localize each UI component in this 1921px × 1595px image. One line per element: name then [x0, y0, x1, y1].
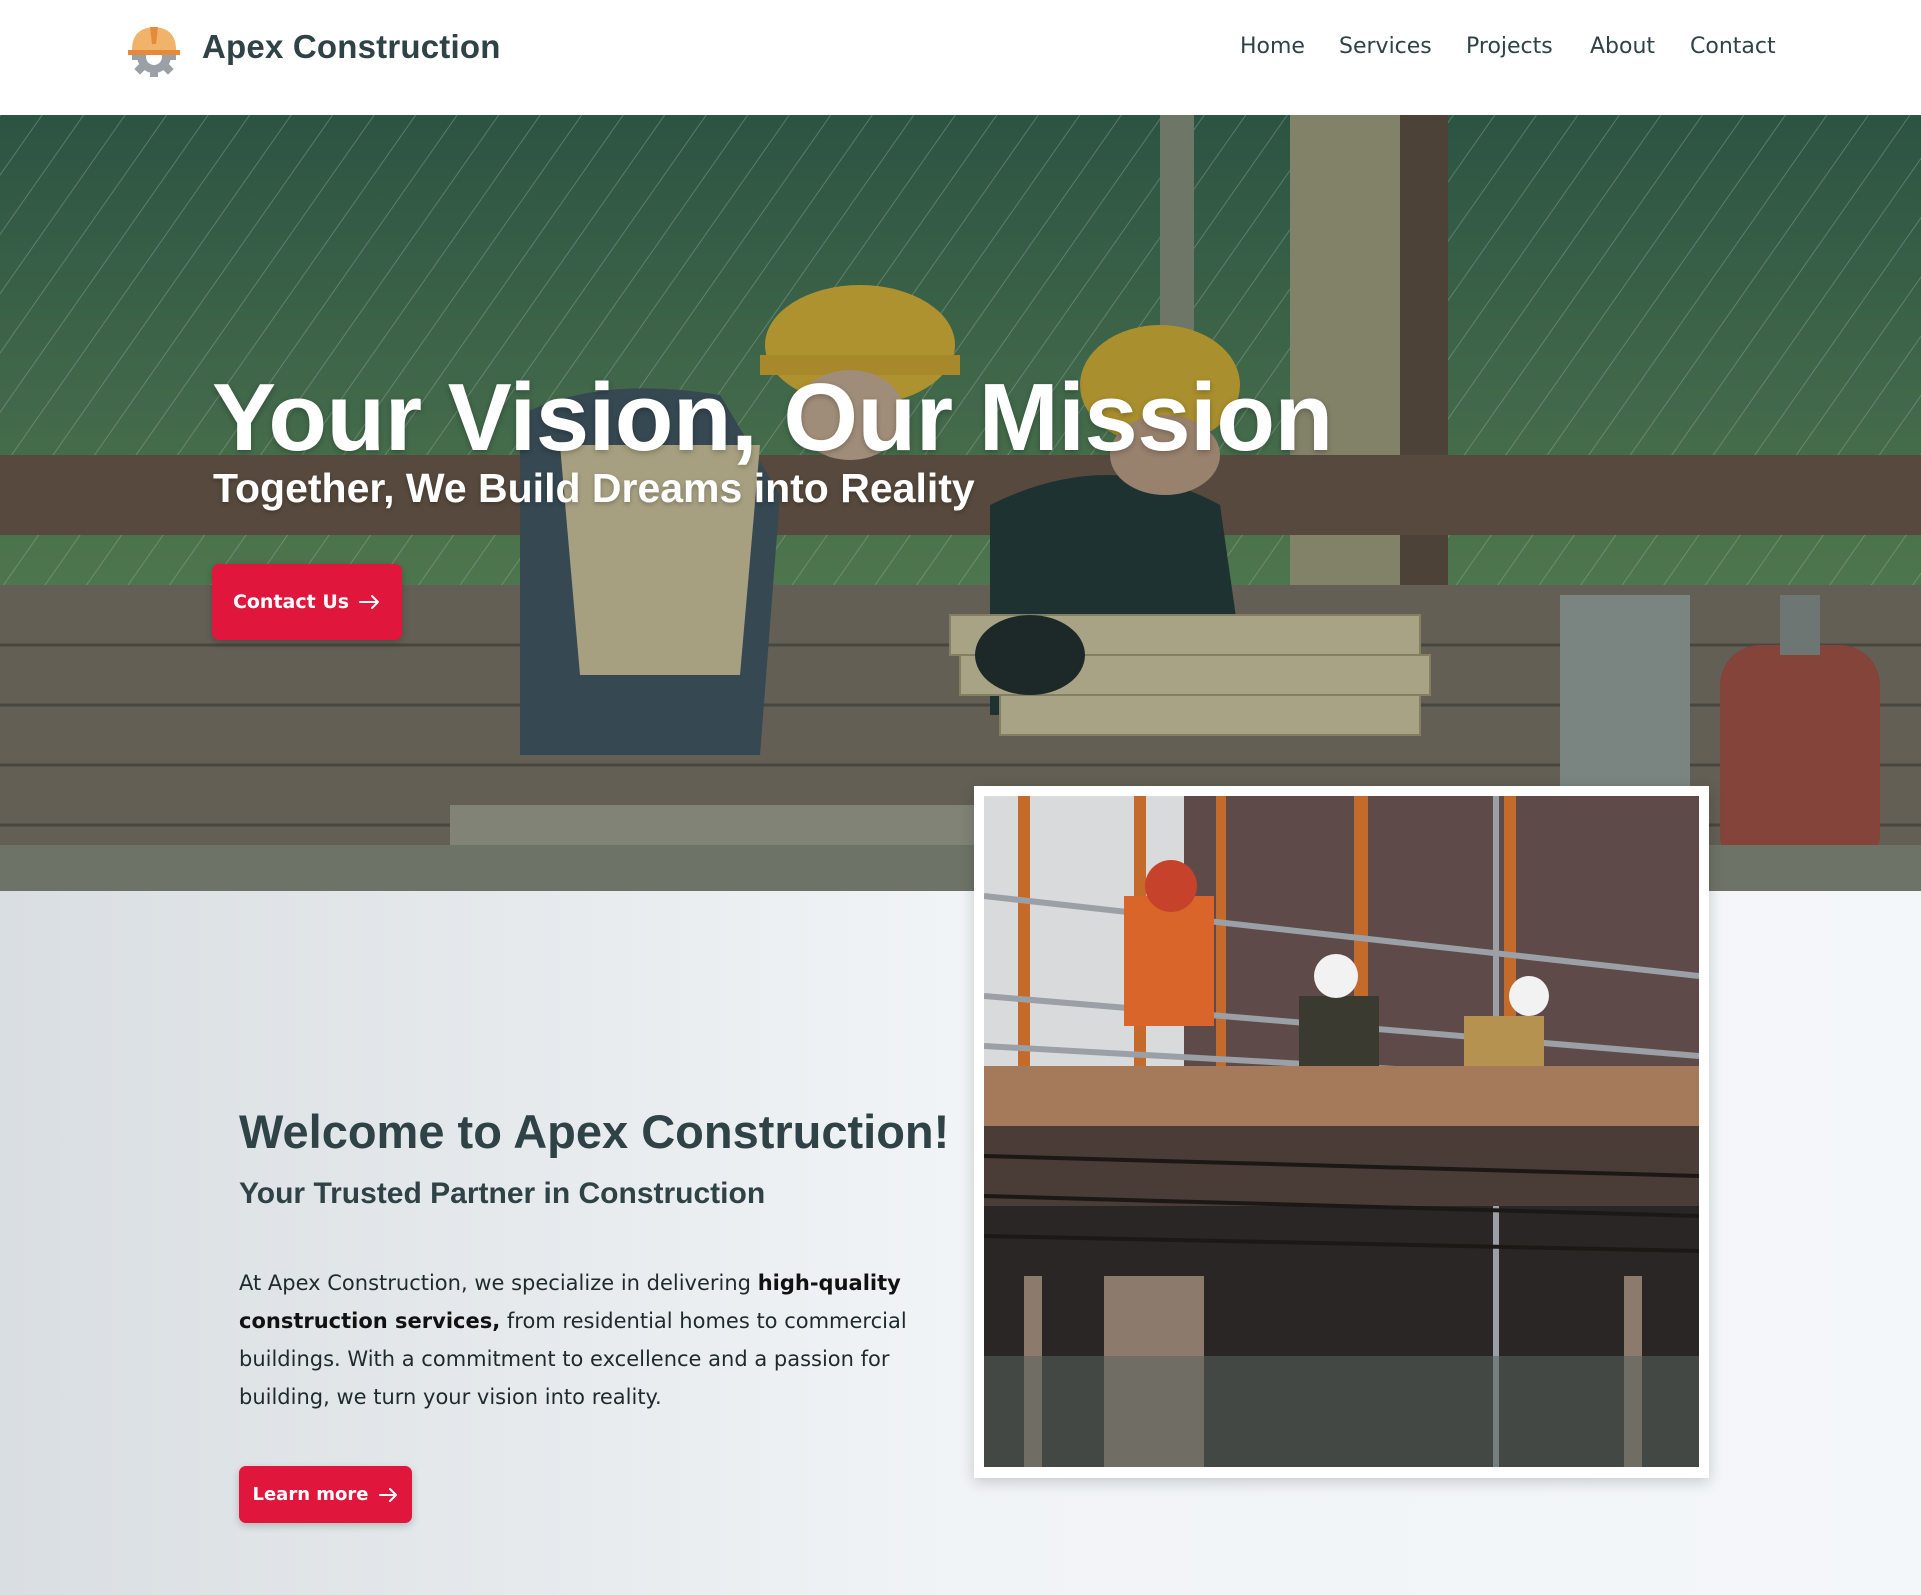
contact-us-button[interactable]: Contact Us [212, 564, 402, 640]
arrow-right-icon [378, 1487, 399, 1503]
learn-more-button[interactable]: Learn more [239, 1466, 412, 1523]
arrow-right-icon [359, 594, 381, 610]
nav-home[interactable]: Home [1240, 34, 1305, 59]
hero-section: Your Vision, Our Mission Together, We Bu… [0, 115, 1921, 891]
contact-us-label: Contact Us [232, 591, 350, 613]
construction-photo-card [974, 786, 1709, 1478]
welcome-title: Welcome to Apex Construction! [239, 1105, 950, 1158]
hero-subtitle: Together, We Build Dreams into Reality [213, 465, 975, 511]
learn-more-label: Learn more [252, 1484, 369, 1505]
hero-title: Your Vision, Our Mission [212, 364, 1333, 471]
welcome-body-text-1: At Apex Construction, we specialize in d… [239, 1271, 758, 1295]
nav-projects[interactable]: Projects [1466, 34, 1553, 59]
scaffolding-photo [984, 796, 1699, 1467]
main-nav: Home Services Projects About Contact [0, 34, 1921, 64]
site-header: Apex Construction Home Services Projects… [0, 0, 1921, 115]
nav-services[interactable]: Services [1339, 34, 1432, 59]
nav-contact[interactable]: Contact [1690, 34, 1776, 59]
welcome-body: At Apex Construction, we specialize in d… [239, 1264, 929, 1416]
welcome-subtitle: Your Trusted Partner in Construction [239, 1177, 766, 1210]
nav-about[interactable]: About [1590, 34, 1655, 59]
